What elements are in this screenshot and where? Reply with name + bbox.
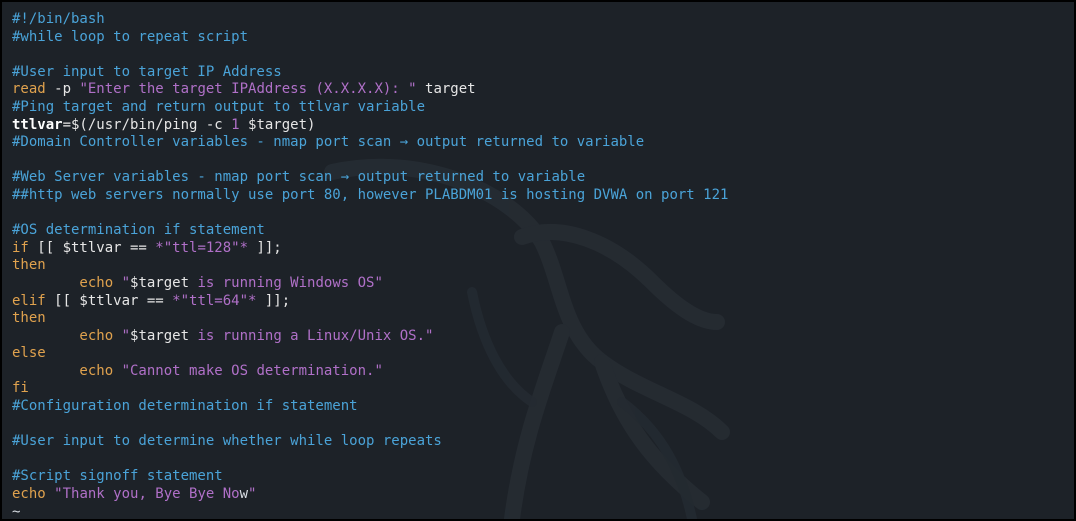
code-token: else bbox=[12, 345, 46, 362]
code-line[interactable]: ##http web servers normally use port 80,… bbox=[12, 187, 728, 205]
code-token: ]]; bbox=[248, 239, 282, 256]
code-token: then bbox=[12, 257, 46, 274]
code-line[interactable]: echo "$target is running a Linux/Unix OS… bbox=[12, 328, 728, 346]
code-line[interactable]: #User input to determine whether while l… bbox=[12, 433, 728, 451]
code-token: #User input to target IP Address bbox=[12, 63, 282, 80]
code-line[interactable]: #OS determination if statement bbox=[12, 222, 728, 240]
code-token: 1 bbox=[231, 116, 240, 133]
code-line[interactable]: else bbox=[12, 345, 728, 363]
script-editor[interactable]: #!/bin/bash #while loop to repeat script #… bbox=[12, 11, 728, 520]
code-token: #Ping target and return output to ttlvar… bbox=[12, 98, 426, 115]
code-line[interactable]: echo "$target is running Windows OS" bbox=[12, 275, 728, 293]
code-token: #User input to determine whether while l… bbox=[12, 433, 442, 450]
code-line[interactable]: #Script signoff statement bbox=[12, 468, 728, 486]
code-token: " bbox=[121, 327, 131, 344]
code-line[interactable]: #Domain Controller variables - nmap port… bbox=[12, 134, 728, 152]
code-token: #Script signoff statement bbox=[12, 468, 223, 485]
code-token: $target bbox=[130, 327, 190, 344]
code-token: elif bbox=[12, 292, 46, 309]
code-token: ~ bbox=[12, 503, 21, 520]
code-token: target bbox=[416, 81, 476, 98]
code-line[interactable]: #while loop to repeat script bbox=[12, 29, 728, 47]
code-token: *"ttl=128"* bbox=[155, 239, 249, 256]
code-token: #Domain Controller variables - nmap port… bbox=[12, 134, 645, 151]
code-line[interactable] bbox=[12, 416, 728, 434]
code-token: is running a Linux/Unix OS." bbox=[189, 327, 434, 344]
code-token: "Cannot make OS determination." bbox=[121, 362, 383, 379]
code-line[interactable]: then bbox=[12, 257, 728, 275]
code-line[interactable]: read -p "Enter the target IPAddress (X.X… bbox=[12, 81, 728, 99]
code-token: fi bbox=[12, 380, 29, 397]
code-line[interactable]: #!/bin/bash bbox=[12, 11, 728, 29]
code-line[interactable]: echo "Thank you, Bye Bye Now" bbox=[12, 486, 728, 504]
code-line[interactable]: #Web Server variables - nmap port scan →… bbox=[12, 169, 728, 187]
code-token: -p bbox=[45, 81, 80, 98]
code-line[interactable]: ~ bbox=[12, 503, 728, 520]
code-token: read bbox=[12, 81, 46, 98]
code-token: #Web Server variables - nmap port scan →… bbox=[12, 169, 586, 186]
terminal-window: #!/bin/bash #while loop to repeat script #… bbox=[0, 0, 1076, 521]
code-token: ##http web servers normally use port 80,… bbox=[12, 186, 729, 203]
code-line[interactable]: ttlvar=$(/usr/bin/ping -c 1 $target) bbox=[12, 117, 728, 135]
code-token: ttlvar bbox=[12, 116, 63, 133]
code-token: echo bbox=[12, 362, 122, 379]
code-token: #OS determination if statement bbox=[12, 222, 265, 239]
code-token: "Thank you, Bye Bye No bbox=[54, 486, 240, 503]
code-token: $target bbox=[130, 274, 190, 291]
code-token: [[ $ttlvar == bbox=[45, 292, 173, 309]
code-line[interactable] bbox=[12, 152, 728, 170]
code-line[interactable] bbox=[12, 451, 728, 469]
code-line[interactable] bbox=[12, 46, 728, 64]
code-token: echo bbox=[12, 274, 122, 291]
code-line[interactable]: echo "Cannot make OS determination." bbox=[12, 363, 728, 381]
code-token: =$(/usr/bin/ping -c bbox=[62, 116, 232, 133]
code-token: echo bbox=[12, 486, 55, 503]
code-token: is running Windows OS" bbox=[189, 274, 383, 291]
code-line[interactable]: #User input to target IP Address bbox=[12, 64, 728, 82]
code-token: "Enter the target IPAddress (X.X.X.X): " bbox=[79, 81, 417, 98]
code-line[interactable]: #Configuration determination if statemen… bbox=[12, 398, 728, 416]
code-line[interactable] bbox=[12, 205, 728, 223]
text-cursor: w bbox=[239, 486, 249, 503]
code-line[interactable]: fi bbox=[12, 380, 728, 398]
code-line[interactable]: elif [[ $ttlvar == *"ttl=64"* ]]; bbox=[12, 293, 728, 311]
code-line[interactable]: then bbox=[12, 310, 728, 328]
code-line[interactable]: if [[ $ttlvar == *"ttl=128"* ]]; bbox=[12, 240, 728, 258]
code-line[interactable]: #Ping target and return output to ttlvar… bbox=[12, 99, 728, 117]
code-token: " bbox=[248, 486, 257, 503]
code-token: [[ $ttlvar == bbox=[28, 239, 156, 256]
code-token: then bbox=[12, 310, 46, 327]
code-token: echo bbox=[12, 327, 122, 344]
code-token: if bbox=[12, 239, 29, 256]
code-token: " bbox=[121, 274, 131, 291]
code-token: #!/bin/bash bbox=[12, 11, 105, 27]
code-token: $target) bbox=[239, 116, 316, 133]
code-token: #while loop to repeat script bbox=[12, 28, 249, 45]
code-token: #Configuration determination if statemen… bbox=[12, 398, 358, 415]
code-token: ]]; bbox=[256, 292, 291, 309]
code-token: *"ttl=64"* bbox=[172, 292, 257, 309]
